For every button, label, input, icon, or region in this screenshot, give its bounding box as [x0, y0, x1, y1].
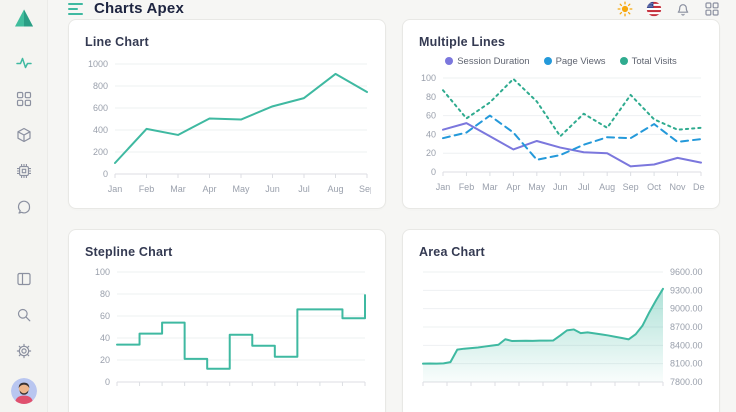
- svg-text:80: 80: [426, 92, 436, 102]
- svg-text:20: 20: [100, 355, 110, 365]
- svg-text:Jan: Jan: [108, 184, 123, 194]
- svg-text:800: 800: [93, 81, 108, 91]
- legend-dot: [620, 57, 628, 65]
- card-line-chart: Line Chart 0 200 400 600 800 1000 Jan Feb Mar Apr…: [68, 19, 386, 209]
- legend-dot: [445, 57, 453, 65]
- svg-text:Sep: Sep: [623, 182, 639, 192]
- svg-text:May: May: [528, 182, 546, 192]
- svg-text:Oct: Oct: [647, 182, 662, 192]
- svg-text:8400.00: 8400.00: [670, 340, 703, 350]
- svg-text:Dec: Dec: [693, 182, 705, 192]
- legend-dot: [544, 57, 552, 65]
- cpu-chip-icon[interactable]: [16, 163, 32, 179]
- stepline-chart: 0 20 40 60 80 100: [85, 264, 371, 412]
- package-cube-icon[interactable]: [16, 127, 32, 143]
- legend-label: Session Duration: [457, 56, 529, 67]
- hamburger-menu-icon[interactable]: [68, 3, 83, 15]
- svg-text:Feb: Feb: [459, 182, 475, 192]
- chat-bubble-icon[interactable]: [16, 199, 32, 215]
- card-multiple-lines: Multiple Lines Session Duration Page View…: [402, 19, 720, 209]
- svg-text:100: 100: [95, 267, 110, 277]
- svg-text:8700.00: 8700.00: [670, 322, 703, 332]
- language-us-flag-icon[interactable]: [646, 1, 662, 17]
- svg-text:8100.00: 8100.00: [670, 359, 703, 369]
- svg-text:20: 20: [426, 148, 436, 158]
- svg-text:Mar: Mar: [482, 182, 498, 192]
- svg-text:60: 60: [100, 311, 110, 321]
- svg-text:40: 40: [100, 333, 110, 343]
- legend-label: Total Visits: [632, 56, 677, 67]
- svg-text:9300.00: 9300.00: [670, 285, 703, 295]
- legend-item[interactable]: Page Views: [544, 56, 606, 67]
- card-stepline-chart: Stepline Chart 0 20 40 60 80 100: [68, 229, 386, 412]
- legend-item[interactable]: Session Duration: [445, 56, 529, 67]
- svg-text:400: 400: [93, 125, 108, 135]
- svg-text:1000: 1000: [88, 59, 108, 69]
- activity-pulse-icon[interactable]: [16, 55, 32, 71]
- search-icon[interactable]: [16, 307, 32, 323]
- card-area-chart: Area Chart 7800.00 8100.00 8400.00 8700.00 9…: [402, 229, 720, 412]
- theme-sun-icon[interactable]: [617, 1, 633, 17]
- svg-text:Aug: Aug: [327, 184, 343, 194]
- legend-item[interactable]: Total Visits: [620, 56, 677, 67]
- svg-text:Jul: Jul: [578, 182, 590, 192]
- top-bar: Charts Apex: [48, 0, 736, 17]
- line-chart: 0 200 400 600 800 1000 Jan Feb Mar Apr May Jun Jul Au…: [85, 54, 371, 200]
- area-chart: 7800.00 8100.00 8400.00 8700.00 9000.00 9300.…: [419, 264, 705, 412]
- card-title: Stepline Chart: [85, 244, 369, 260]
- legend-label: Page Views: [556, 56, 606, 67]
- svg-text:Jun: Jun: [265, 184, 280, 194]
- svg-text:7800.00: 7800.00: [670, 377, 703, 387]
- svg-text:0: 0: [105, 377, 110, 387]
- svg-text:80: 80: [100, 289, 110, 299]
- svg-text:40: 40: [426, 129, 436, 139]
- main-area: Charts Apex: [48, 0, 736, 412]
- svg-text:Nov: Nov: [670, 182, 687, 192]
- svg-text:9600.00: 9600.00: [670, 267, 703, 277]
- svg-text:Apr: Apr: [202, 184, 216, 194]
- page-title: Charts Apex: [94, 0, 184, 17]
- charts-grid: Line Chart 02004006008001000JanFebMarApr…: [48, 17, 736, 412]
- svg-text:Jan: Jan: [436, 182, 451, 192]
- layout-panel-icon[interactable]: [16, 271, 32, 287]
- svg-text:600: 600: [93, 103, 108, 113]
- svg-text:200: 200: [93, 147, 108, 157]
- dashboard-grid-icon[interactable]: [16, 91, 32, 107]
- svg-text:60: 60: [426, 111, 436, 121]
- sidebar: [0, 0, 48, 412]
- svg-text:0: 0: [431, 167, 436, 177]
- notifications-bell-icon[interactable]: [675, 1, 691, 17]
- multiple-lines-chart: 0 20 40 60 80 100 Jan Feb Mar Apr May Jun Jul Aug Sep O…: [419, 72, 705, 198]
- app-logo triangle-logo-icon[interactable]: [13, 7, 35, 29]
- svg-text:0: 0: [103, 169, 108, 179]
- svg-text:Sep: Sep: [359, 184, 371, 194]
- svg-text:Apr: Apr: [506, 182, 520, 192]
- svg-text:100: 100: [421, 73, 436, 83]
- card-title: Area Chart: [419, 244, 703, 260]
- svg-text:Jul: Jul: [298, 184, 310, 194]
- svg-text:9000.00: 9000.00: [670, 304, 703, 314]
- card-title: Line Chart: [85, 34, 369, 50]
- svg-text:Jun: Jun: [553, 182, 568, 192]
- card-title: Multiple Lines: [419, 34, 703, 50]
- svg-text:May: May: [232, 184, 250, 194]
- settings-gear-icon[interactable]: [16, 343, 32, 359]
- svg-text:Feb: Feb: [139, 184, 155, 194]
- svg-text:Mar: Mar: [170, 184, 186, 194]
- user-avatar[interactable]: [11, 378, 37, 404]
- chart-legend: Session Duration Page Views Total Visits: [419, 54, 703, 68]
- apps-grid-icon[interactable]: [704, 1, 720, 17]
- svg-text:Aug: Aug: [599, 182, 615, 192]
